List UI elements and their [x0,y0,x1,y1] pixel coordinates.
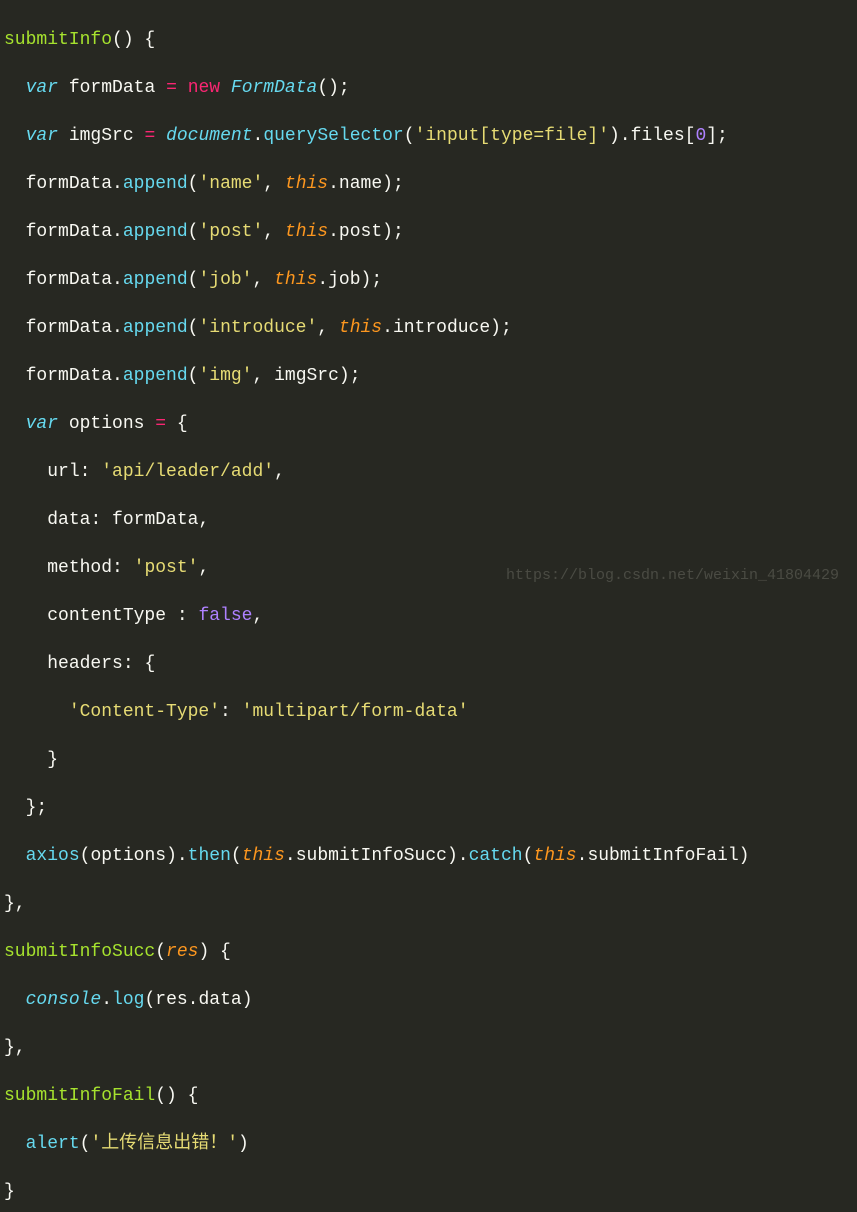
code-line: formData.append('name', this.name); [0,172,857,196]
code-line: 'Content-Type': 'multipart/form-data' [0,700,857,724]
function-name: submitInfo [4,30,112,50]
code-line: contentType : false, [0,604,857,628]
code-line: } [0,1180,857,1204]
code-line: }, [0,892,857,916]
function-name: submitInfoFail [4,1086,155,1106]
code-line: alert('上传信息出错！') [0,1132,857,1156]
code-line: data: formData, [0,508,857,532]
code-line: axios(options).then(this.submitInfoSucc)… [0,844,857,868]
code-line: url: 'api/leader/add', [0,460,857,484]
code-line: var formData = new FormData(); [0,76,857,100]
code-line: formData.append('img', imgSrc); [0,364,857,388]
code-line: formData.append('job', this.job); [0,268,857,292]
code-line: submitInfo() { [0,28,857,52]
code-line: var imgSrc = document.querySelector('inp… [0,124,857,148]
code-line: formData.append('introduce', this.introd… [0,316,857,340]
watermark-text: https://blog.csdn.net/weixin_41804429 [506,564,839,588]
code-line: headers: { [0,652,857,676]
code-line: submitInfoSucc(res) { [0,940,857,964]
code-line: formData.append('post', this.post); [0,220,857,244]
code-line: var options = { [0,412,857,436]
code-line: } [0,748,857,772]
code-line: submitInfoFail() { [0,1084,857,1108]
code-editor: submitInfo() { var formData = new FormDa… [0,4,857,1212]
code-line: }, [0,1036,857,1060]
code-line: }; [0,796,857,820]
code-line: console.log(res.data) [0,988,857,1012]
function-name: submitInfoSucc [4,942,155,962]
